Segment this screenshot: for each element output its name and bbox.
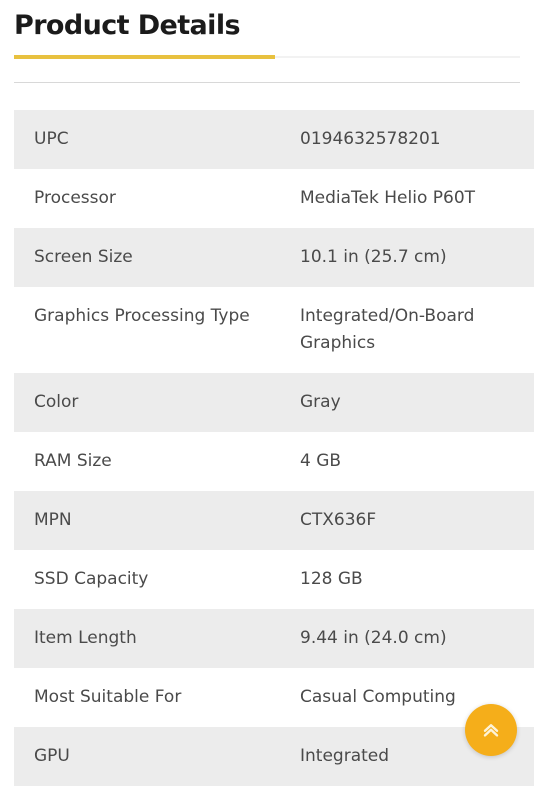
spec-label: Graphics Processing Type bbox=[34, 306, 250, 326]
table-row: UPC 0194632578201 bbox=[14, 110, 534, 169]
table-row: Most Suitable For Casual Computing bbox=[14, 668, 534, 727]
spec-value: Integrated/On-Board Graphics bbox=[300, 306, 475, 353]
table-row: Screen Size 10.1 in (25.7 cm) bbox=[14, 228, 534, 287]
spec-label: UPC bbox=[34, 129, 69, 149]
spec-value: CTX636F bbox=[300, 510, 377, 530]
scroll-to-top-button[interactable] bbox=[465, 704, 517, 756]
product-specifications-table: UPC 0194632578201 Processor MediaTek Helio … bbox=[14, 110, 534, 786]
spec-value: 4 GB bbox=[300, 451, 342, 471]
spec-label: Most Suitable For bbox=[34, 687, 182, 707]
spec-value: MediaTek Helio P60T bbox=[300, 188, 476, 208]
page-header: Product Details bbox=[0, 0, 534, 83]
spec-value: 9.44 in (24.0 cm) bbox=[300, 628, 447, 648]
spec-label: MPN bbox=[34, 510, 72, 530]
spec-value: Gray bbox=[300, 392, 341, 412]
spec-label: Item Length bbox=[34, 628, 137, 648]
table-row: MPN CTX636F bbox=[14, 491, 534, 550]
table-row: RAM Size 4 GB bbox=[14, 432, 534, 491]
spec-label: GPU bbox=[34, 746, 70, 766]
double-chevron-up-icon bbox=[479, 718, 503, 742]
spec-label: SSD Capacity bbox=[34, 569, 149, 589]
header-divider bbox=[14, 82, 520, 83]
spec-table-body: UPC 0194632578201 Processor MediaTek Helio … bbox=[14, 110, 534, 786]
spec-value: 0194632578201 bbox=[300, 129, 441, 149]
table-row: Color Gray bbox=[14, 373, 534, 432]
page-title: Product Details bbox=[14, 10, 241, 41]
spec-label: RAM Size bbox=[34, 451, 112, 471]
table-row: Item Length 9.44 in (24.0 cm) bbox=[14, 609, 534, 668]
spec-label: Processor bbox=[34, 188, 116, 208]
table-row: Graphics Processing Type Integrated/On-Bo… bbox=[14, 287, 534, 373]
table-row: GPU Integrated bbox=[14, 727, 534, 786]
spec-value: 128 GB bbox=[300, 569, 363, 589]
spec-value: 10.1 in (25.7 cm) bbox=[300, 247, 447, 267]
title-underline bbox=[14, 55, 520, 59]
table-row: SSD Capacity 128 GB bbox=[14, 550, 534, 609]
spec-label: Color bbox=[34, 392, 79, 412]
table-row: Processor MediaTek Helio P60T bbox=[14, 169, 534, 228]
title-underline-accent bbox=[14, 55, 275, 59]
spec-label: Screen Size bbox=[34, 247, 133, 267]
